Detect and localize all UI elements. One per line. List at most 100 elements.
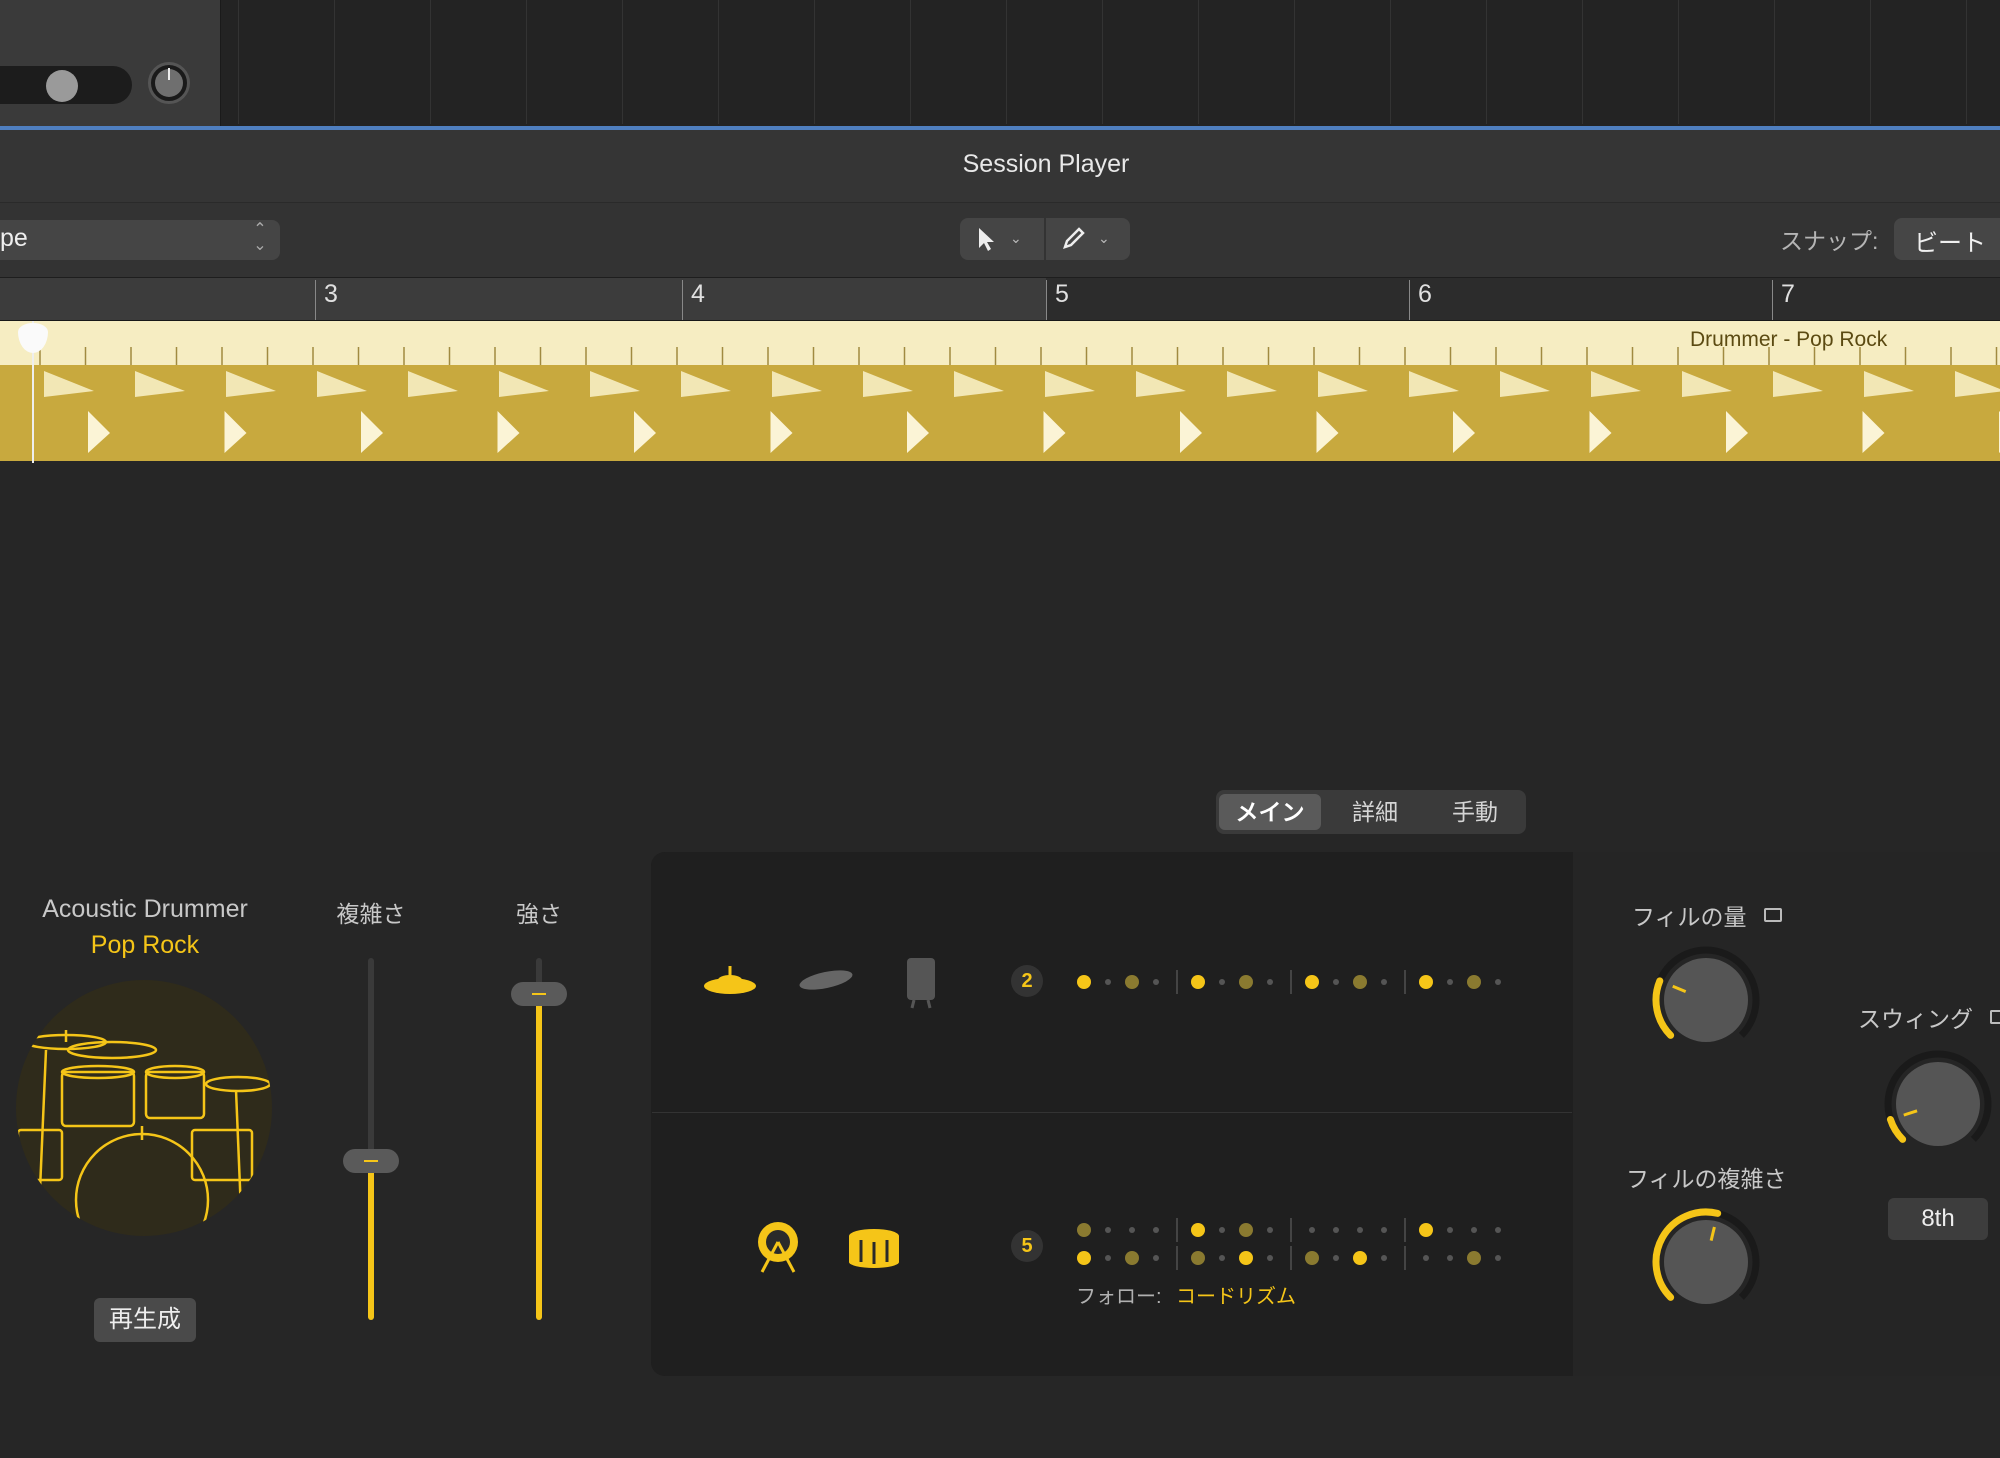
pattern-dot[interactable] bbox=[1353, 1251, 1367, 1265]
hihat-icon[interactable] bbox=[702, 958, 758, 1007]
pattern-dot[interactable] bbox=[1105, 1227, 1111, 1233]
hihat-hit bbox=[1682, 371, 1732, 397]
tab-manual[interactable]: 手動 bbox=[1425, 794, 1525, 830]
toggle-knob[interactable] bbox=[46, 70, 78, 102]
pattern-dot[interactable] bbox=[1333, 1255, 1339, 1261]
bar-number: 6 bbox=[1409, 280, 1432, 320]
pattern-dot[interactable] bbox=[1495, 1255, 1501, 1261]
pattern-dot[interactable] bbox=[1305, 1251, 1319, 1265]
unlock-icon[interactable] bbox=[1764, 908, 1782, 922]
pattern-dot[interactable] bbox=[1267, 979, 1273, 985]
pattern-dot[interactable] bbox=[1239, 1251, 1253, 1265]
fill-complexity-knob[interactable] bbox=[1646, 1202, 1766, 1322]
pattern-dot[interactable] bbox=[1495, 1227, 1501, 1233]
pattern-dot[interactable] bbox=[1447, 1255, 1453, 1261]
kick-snare-hit bbox=[1589, 411, 1612, 453]
pattern-dot[interactable] bbox=[1125, 1251, 1139, 1265]
window-title: Session Player bbox=[962, 150, 1130, 178]
pattern-dot[interactable] bbox=[1153, 1227, 1159, 1233]
pattern-dot[interactable] bbox=[1357, 1227, 1363, 1233]
pattern-dot[interactable] bbox=[1239, 975, 1253, 989]
swing-grid-button[interactable]: 8th bbox=[1888, 1198, 1988, 1240]
hihat-hit bbox=[1045, 371, 1095, 397]
kick-snare-hit bbox=[1453, 411, 1475, 453]
pattern-dot[interactable] bbox=[1419, 975, 1433, 989]
pattern-dot[interactable] bbox=[1333, 979, 1339, 985]
pattern-dot[interactable] bbox=[1077, 1251, 1091, 1265]
pattern-dot[interactable] bbox=[1105, 1255, 1111, 1261]
cycle-range[interactable] bbox=[0, 278, 1046, 320]
pattern-dot[interactable] bbox=[1219, 1227, 1225, 1233]
drum-kit-icon bbox=[16, 1030, 272, 1236]
kick-icon[interactable] bbox=[754, 1220, 802, 1279]
pattern-dot[interactable] bbox=[1333, 1227, 1339, 1233]
pattern-dot[interactable] bbox=[1447, 979, 1453, 985]
pattern-dot[interactable] bbox=[1419, 1223, 1433, 1237]
pattern-dot[interactable] bbox=[1129, 1227, 1135, 1233]
hihat-hit bbox=[954, 371, 1004, 397]
pattern-dot[interactable] bbox=[1381, 1227, 1387, 1233]
tab-main[interactable]: メイン bbox=[1219, 794, 1321, 830]
complexity-thumb-mark bbox=[364, 1159, 378, 1162]
pattern-dot[interactable] bbox=[1381, 979, 1387, 985]
kick-snare-pattern-dots[interactable] bbox=[1070, 1216, 1510, 1272]
pattern-dot[interactable] bbox=[1471, 1227, 1477, 1233]
follow-value[interactable]: コードリズム bbox=[1176, 1280, 1296, 1309]
cymbal-icon[interactable] bbox=[798, 962, 854, 1003]
drummer-select-popup[interactable] bbox=[0, 220, 280, 260]
fill-complexity-label: フィルの複雑さ bbox=[1626, 1166, 1787, 1192]
pattern-dot[interactable] bbox=[1467, 975, 1481, 989]
pointer-icon bbox=[976, 226, 998, 259]
hihat-hit bbox=[1409, 371, 1459, 397]
kick-snare-hit bbox=[497, 411, 520, 453]
pattern-dot[interactable] bbox=[1381, 1255, 1387, 1261]
pattern-dot[interactable] bbox=[1105, 979, 1111, 985]
kick-snare-hit bbox=[361, 411, 383, 453]
kick-snare-count-badge: 5 bbox=[1011, 1230, 1043, 1262]
pattern-dot[interactable] bbox=[1495, 979, 1501, 985]
pattern-dot[interactable] bbox=[1191, 1223, 1205, 1237]
regenerate-button[interactable]: 再生成 bbox=[94, 1298, 196, 1342]
pattern-dot[interactable] bbox=[1191, 975, 1205, 989]
pattern-dot[interactable] bbox=[1153, 979, 1159, 985]
pencil-tool-button[interactable] bbox=[1046, 218, 1130, 260]
cymbal-pattern-dots[interactable] bbox=[1070, 962, 1510, 1002]
pattern-dot[interactable] bbox=[1239, 1223, 1253, 1237]
shaker-icon[interactable] bbox=[904, 954, 938, 1015]
complexity-label: 複雑さ bbox=[336, 901, 406, 927]
pattern-dot[interactable] bbox=[1423, 1255, 1429, 1261]
pattern-dot[interactable] bbox=[1305, 975, 1319, 989]
kick-snare-hit bbox=[88, 411, 110, 453]
drum-kit-image[interactable] bbox=[16, 980, 272, 1236]
swing-knob[interactable] bbox=[1878, 1044, 1998, 1164]
pattern-dot[interactable] bbox=[1353, 975, 1367, 989]
pattern-dot[interactable] bbox=[1219, 979, 1225, 985]
drummer-genre: Pop Rock bbox=[90, 931, 200, 959]
tab-detail[interactable]: 詳細 bbox=[1325, 794, 1425, 830]
pattern-dot[interactable] bbox=[1077, 975, 1091, 989]
pointer-tool-button[interactable] bbox=[960, 218, 1044, 260]
pattern-dot[interactable] bbox=[1077, 1223, 1091, 1237]
track-area bbox=[0, 0, 2000, 126]
pattern-dot[interactable] bbox=[1191, 1251, 1205, 1265]
updown-chevron-icon: ⌃ ⌄ bbox=[253, 221, 267, 254]
snare-icon[interactable] bbox=[846, 1226, 902, 1275]
pattern-dot[interactable] bbox=[1447, 1227, 1453, 1233]
pattern-dot[interactable] bbox=[1267, 1227, 1273, 1233]
track-header bbox=[0, 0, 221, 126]
hihat-hit bbox=[590, 371, 640, 397]
pattern-dot[interactable] bbox=[1219, 1255, 1225, 1261]
kick-snare-hit bbox=[1316, 411, 1339, 453]
fill-amount-knob[interactable] bbox=[1646, 940, 1766, 1060]
kick-snare-hit bbox=[634, 411, 656, 453]
lock-icon[interactable] bbox=[1990, 1010, 2000, 1024]
pattern-dot[interactable] bbox=[1309, 1227, 1315, 1233]
hihat-hit bbox=[135, 371, 185, 397]
pattern-dot[interactable] bbox=[1467, 1251, 1481, 1265]
pattern-dot[interactable] bbox=[1153, 1255, 1159, 1261]
drummer-select-value: pe bbox=[0, 224, 28, 252]
pattern-dot[interactable] bbox=[1125, 975, 1139, 989]
chevron-down-icon: ⌄ bbox=[1098, 230, 1110, 246]
pattern-dot[interactable] bbox=[1267, 1255, 1273, 1261]
kick-snare-hit bbox=[907, 411, 929, 453]
